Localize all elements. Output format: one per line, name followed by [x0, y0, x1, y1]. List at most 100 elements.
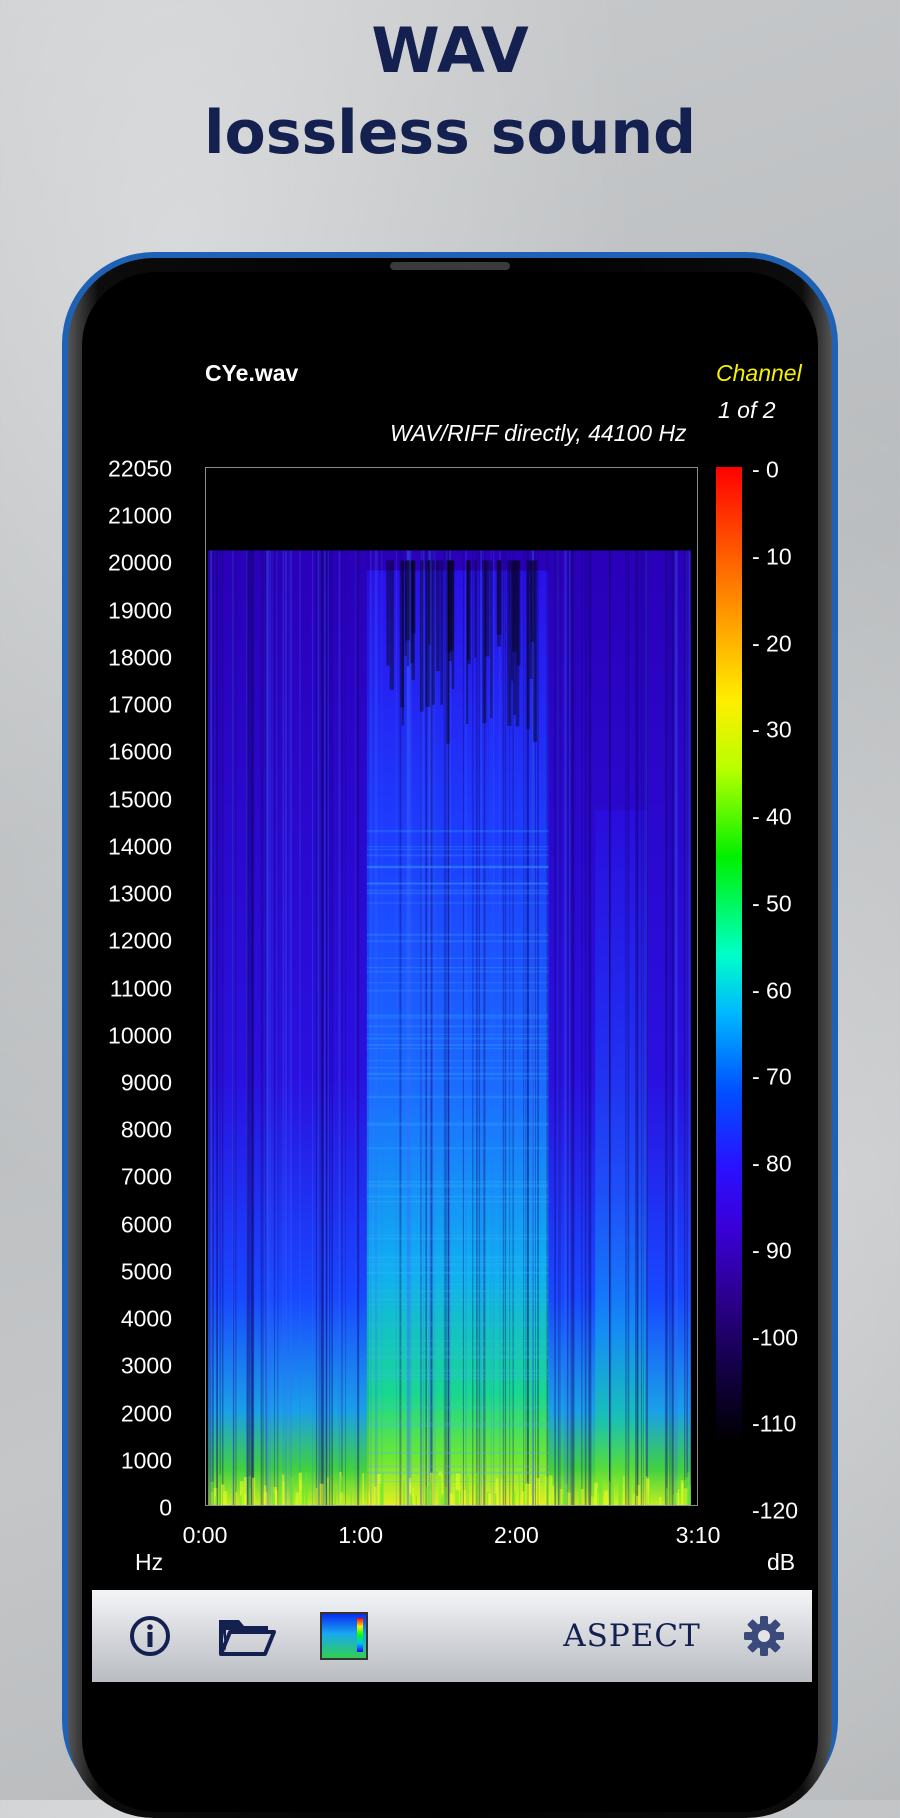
spectrum-bass-peak [598, 1477, 603, 1505]
channel-label[interactable]: Channel [716, 360, 802, 387]
spectrum-streak [208, 550, 210, 1505]
spectrum-bass-peak [217, 1488, 219, 1505]
spectrum-streak [478, 550, 481, 1505]
spectrum-streak [523, 550, 525, 1505]
spectrum-streak [276, 550, 278, 1505]
y-tick-label: 8000 [120, 1116, 172, 1143]
spectrum-streak [323, 550, 326, 1505]
spectrum-streak [288, 550, 290, 1505]
spectrum-bass-peak [459, 1491, 462, 1505]
spectrum-streak [686, 550, 689, 1505]
spectrum-streak [493, 550, 495, 1505]
spectrum-streak [525, 550, 527, 1505]
spectrum-dropout [419, 560, 424, 712]
spectrum-dropout [401, 560, 404, 726]
spectrum-harmonic-line [366, 957, 549, 959]
spectrum-harmonic-line [366, 933, 549, 936]
spectrum-bass-peak [560, 1489, 563, 1505]
spectrum-dropout [411, 560, 416, 634]
spectrum-streak [209, 550, 212, 1505]
spectrum-bass-peak [362, 1473, 365, 1505]
palette-icon [320, 1612, 368, 1660]
spectrum-dropout [507, 560, 512, 726]
spectrum-streak [395, 550, 397, 1505]
palette-button[interactable] [318, 1604, 370, 1668]
file-name: CYe.wav [205, 360, 299, 386]
spectrum-harmonic-line [366, 1263, 549, 1265]
spectrum-harmonic-line [366, 966, 549, 969]
spectrum-harmonic-line [366, 1195, 549, 1198]
spectrum-harmonic-line [366, 1303, 549, 1305]
y-tick-label: 15000 [108, 786, 172, 813]
spectrum-bass-peak [334, 1489, 337, 1505]
spectrum-bass-peak [597, 1487, 599, 1505]
spectrum-bass-peak [290, 1476, 294, 1505]
spectrum-streak [672, 550, 675, 1505]
spectrum-harmonic-line [366, 1237, 549, 1240]
spectrum-bass-peak [445, 1486, 448, 1505]
spectrum-bass-peak [235, 1491, 238, 1505]
settings-button[interactable] [732, 1604, 796, 1668]
colorbar-tick-label: - 60 [752, 977, 792, 1003]
spectrum-dropout [436, 560, 440, 672]
spectrum-bass-peak [278, 1481, 282, 1505]
info-button[interactable] [118, 1604, 182, 1668]
spectrum-streak [299, 550, 301, 1505]
spectrum-dropout [406, 560, 410, 667]
spectrum-streak [329, 550, 331, 1505]
spectrum-harmonic-line [366, 1339, 549, 1342]
format-info: WAV/RIFF directly, 44100 Hz [390, 420, 687, 446]
y-tick-label: 11000 [109, 975, 172, 1001]
spectrum-harmonic-line [366, 1037, 549, 1040]
spectrum-streak [235, 550, 237, 1505]
spectrum-bass-peak [580, 1489, 584, 1505]
spectrum-streak [221, 550, 224, 1505]
y-tick-label: 10000 [108, 1022, 172, 1049]
spectrum-harmonic-line [366, 1322, 549, 1324]
spectrum-bass-peak [211, 1491, 213, 1505]
spectrum-streak [568, 550, 571, 1505]
spectrum-harmonic-line [366, 1377, 549, 1380]
y-tick-label: 6000 [120, 1211, 172, 1238]
spectrum-streak [357, 550, 360, 1505]
spectrum-streak [627, 550, 630, 1505]
spectrum-bass-peak [528, 1483, 532, 1505]
spectrum-harmonic-line [366, 1095, 549, 1099]
channel-value[interactable]: 1 of 2 [718, 397, 776, 424]
open-file-button[interactable] [214, 1604, 280, 1668]
colorbar-tick-label: -120 [752, 1497, 799, 1524]
spectrum-bass-peak [298, 1472, 302, 1505]
spectrum-harmonic-line [366, 1017, 549, 1019]
spectrum-harmonic-line [366, 1124, 549, 1126]
spectrum-bass-peak [409, 1493, 412, 1505]
spectrum-streak [317, 550, 319, 1505]
spectrum-bass-peak [315, 1487, 318, 1505]
spectrum-streak [637, 550, 639, 1505]
spectrum-streak [320, 550, 323, 1505]
spectrum-streak [284, 550, 288, 1505]
spectrum-bass-peak [463, 1490, 467, 1505]
colorbar-tick-label: - 70 [752, 1063, 792, 1090]
spectrum-bass-peak [444, 1489, 446, 1505]
colorbar [716, 467, 742, 1442]
colorbar-tick-label: - 10 [752, 543, 792, 570]
spectrum-harmonic-line [366, 1147, 549, 1150]
spectrum-bass-peak [592, 1477, 594, 1505]
phone-speaker [390, 262, 510, 270]
spectrum-dropout [496, 560, 502, 635]
spectrum-harmonic-line [366, 1369, 549, 1372]
spectrum-bass-peak [525, 1483, 529, 1505]
spectrum-streak [219, 550, 221, 1505]
spectrum-bass-peak [545, 1475, 547, 1505]
spectrum-harmonic-line [366, 970, 549, 973]
spectrum-bass-peak [500, 1479, 503, 1505]
spectrum-streak [232, 550, 235, 1505]
x-tick-label: 0:00 [182, 1522, 228, 1548]
spectrum-harmonic-line [366, 882, 549, 885]
spectrogram-plot[interactable] [205, 467, 698, 1506]
spectrum-streak [559, 550, 561, 1505]
spectrum-streak [325, 550, 327, 1505]
spectrum-bass-peak [339, 1492, 344, 1505]
spectrum-bass-peak [428, 1480, 432, 1505]
spectrum-bass-peak [449, 1493, 454, 1505]
